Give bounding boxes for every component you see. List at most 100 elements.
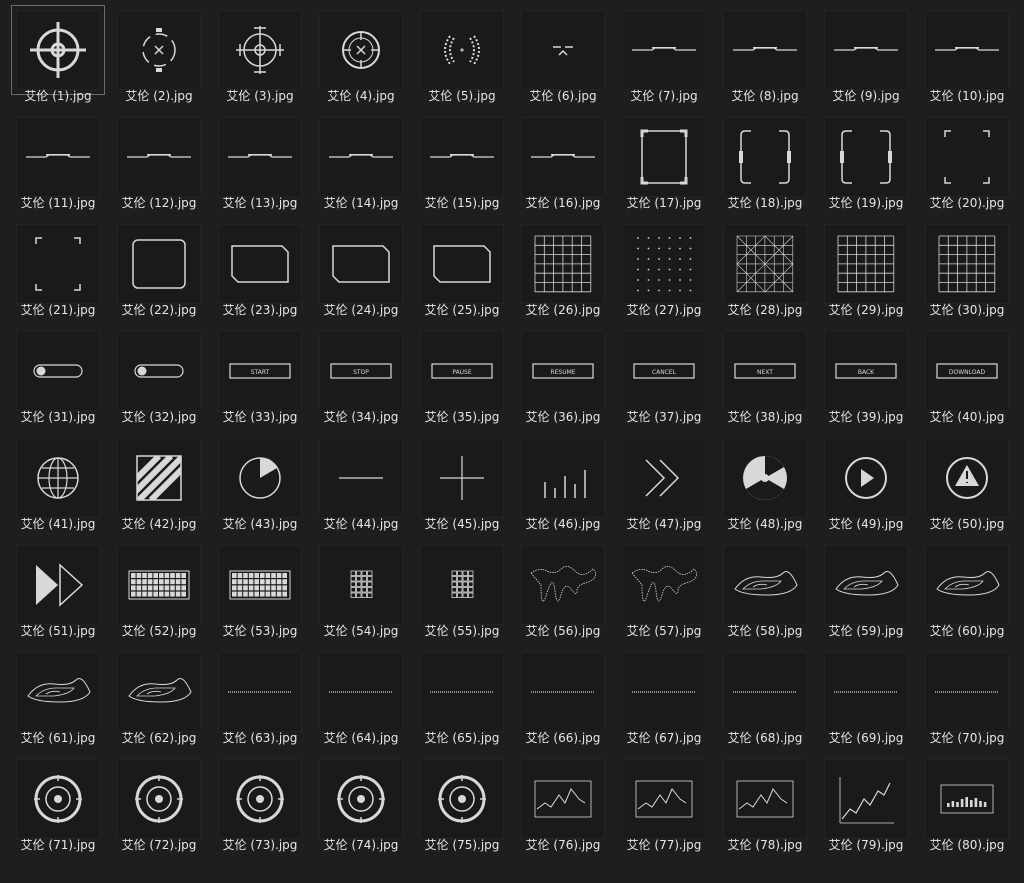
file-item[interactable]: 艾伦 (19).jpg: [814, 109, 915, 216]
file-item[interactable]: 艾伦 (18).jpg: [713, 109, 814, 216]
file-item[interactable]: 艾伦 (43).jpg: [208, 430, 309, 537]
file-item[interactable]: NEXT 艾伦 (38).jpg: [713, 323, 814, 430]
file-thumbnail[interactable]: [723, 652, 807, 732]
file-thumbnail[interactable]: DOWNLOAD: [925, 331, 1009, 411]
file-item[interactable]: 艾伦 (24).jpg: [309, 216, 410, 323]
file-thumbnail[interactable]: [723, 224, 807, 304]
file-thumbnail[interactable]: [521, 438, 605, 518]
file-thumbnail[interactable]: [723, 438, 807, 518]
file-thumbnail[interactable]: [218, 652, 302, 732]
file-item[interactable]: 艾伦 (54).jpg: [309, 537, 410, 644]
file-thumbnail[interactable]: [117, 10, 201, 90]
file-item[interactable]: 艾伦 (49).jpg: [814, 430, 915, 537]
file-thumbnail[interactable]: [319, 224, 403, 304]
file-item[interactable]: 艾伦 (55).jpg: [410, 537, 511, 644]
file-item[interactable]: 艾伦 (29).jpg: [814, 216, 915, 323]
file-item[interactable]: 艾伦 (44).jpg: [309, 430, 410, 537]
file-thumbnail[interactable]: [521, 759, 605, 839]
file-item[interactable]: 艾伦 (28).jpg: [713, 216, 814, 323]
file-thumbnail[interactable]: [925, 224, 1009, 304]
file-thumbnail[interactable]: CANCEL: [622, 331, 706, 411]
file-item[interactable]: 艾伦 (41).jpg: [6, 430, 107, 537]
file-item[interactable]: 艾伦 (26).jpg: [511, 216, 612, 323]
file-item[interactable]: START 艾伦 (33).jpg: [208, 323, 309, 430]
file-thumbnail[interactable]: START: [218, 331, 302, 411]
file-item[interactable]: STOP 艾伦 (34).jpg: [309, 323, 410, 430]
file-item[interactable]: 艾伦 (22).jpg: [107, 216, 208, 323]
file-thumbnail[interactable]: [521, 10, 605, 90]
file-item[interactable]: 艾伦 (42).jpg: [107, 430, 208, 537]
file-thumbnail[interactable]: [117, 438, 201, 518]
file-item[interactable]: 艾伦 (32).jpg: [107, 323, 208, 430]
file-item[interactable]: 艾伦 (78).jpg: [713, 751, 814, 858]
file-item[interactable]: BACK 艾伦 (39).jpg: [814, 323, 915, 430]
file-thumbnail[interactable]: [218, 224, 302, 304]
file-item[interactable]: 艾伦 (80).jpg: [915, 751, 1016, 858]
file-item[interactable]: PAUSE 艾伦 (35).jpg: [410, 323, 511, 430]
file-thumbnail[interactable]: [925, 10, 1009, 90]
file-thumbnail[interactable]: [117, 759, 201, 839]
file-thumbnail[interactable]: [622, 759, 706, 839]
file-item[interactable]: 艾伦 (48).jpg: [713, 430, 814, 537]
file-item[interactable]: 艾伦 (74).jpg: [309, 751, 410, 858]
file-thumbnail[interactable]: [824, 545, 908, 625]
file-item[interactable]: 艾伦 (5).jpg: [410, 2, 511, 109]
file-thumbnail[interactable]: [622, 652, 706, 732]
file-item[interactable]: 艾伦 (8).jpg: [713, 2, 814, 109]
file-thumbnail[interactable]: [824, 759, 908, 839]
file-thumbnail[interactable]: [319, 545, 403, 625]
file-item[interactable]: 艾伦 (76).jpg: [511, 751, 612, 858]
file-item[interactable]: 艾伦 (57).jpg: [612, 537, 713, 644]
file-thumbnail[interactable]: [319, 117, 403, 197]
file-item[interactable]: 艾伦 (7).jpg: [612, 2, 713, 109]
file-thumbnail[interactable]: RESUME: [521, 331, 605, 411]
file-thumbnail[interactable]: [218, 759, 302, 839]
file-thumbnail[interactable]: [723, 117, 807, 197]
file-item[interactable]: 艾伦 (68).jpg: [713, 644, 814, 751]
file-thumbnail[interactable]: [622, 10, 706, 90]
file-thumbnail[interactable]: [218, 438, 302, 518]
file-item[interactable]: CANCEL 艾伦 (37).jpg: [612, 323, 713, 430]
file-item[interactable]: 艾伦 (58).jpg: [713, 537, 814, 644]
file-item[interactable]: 艾伦 (46).jpg: [511, 430, 612, 537]
file-thumbnail[interactable]: [824, 224, 908, 304]
file-thumbnail[interactable]: [16, 438, 100, 518]
file-thumbnail[interactable]: [925, 117, 1009, 197]
file-thumbnail[interactable]: [16, 652, 100, 732]
file-item[interactable]: RESUME 艾伦 (36).jpg: [511, 323, 612, 430]
file-thumbnail[interactable]: [319, 438, 403, 518]
file-thumbnail[interactable]: [218, 545, 302, 625]
file-thumbnail[interactable]: [117, 117, 201, 197]
file-item[interactable]: 艾伦 (66).jpg: [511, 644, 612, 751]
file-item[interactable]: 艾伦 (13).jpg: [208, 109, 309, 216]
file-item[interactable]: 艾伦 (15).jpg: [410, 109, 511, 216]
file-thumbnail[interactable]: [16, 545, 100, 625]
file-thumbnail[interactable]: [117, 331, 201, 411]
file-item[interactable]: 艾伦 (67).jpg: [612, 644, 713, 751]
file-item[interactable]: 艾伦 (17).jpg: [612, 109, 713, 216]
file-item[interactable]: 艾伦 (2).jpg: [107, 2, 208, 109]
file-thumbnail[interactable]: [925, 545, 1009, 625]
file-thumbnail[interactable]: [420, 545, 504, 625]
file-thumbnail[interactable]: [622, 224, 706, 304]
file-thumbnail[interactable]: BACK: [824, 331, 908, 411]
file-item[interactable]: 艾伦 (11).jpg: [6, 109, 107, 216]
file-thumbnail[interactable]: [925, 438, 1009, 518]
file-item[interactable]: 艾伦 (12).jpg: [107, 109, 208, 216]
file-thumbnail[interactable]: [824, 438, 908, 518]
file-item[interactable]: 艾伦 (14).jpg: [309, 109, 410, 216]
file-thumbnail[interactable]: [218, 117, 302, 197]
file-item[interactable]: 艾伦 (9).jpg: [814, 2, 915, 109]
file-thumbnail[interactable]: STOP: [319, 331, 403, 411]
file-item[interactable]: 艾伦 (64).jpg: [309, 644, 410, 751]
file-item[interactable]: 艾伦 (53).jpg: [208, 537, 309, 644]
file-thumbnail[interactable]: [622, 545, 706, 625]
file-item[interactable]: 艾伦 (20).jpg: [915, 109, 1016, 216]
file-item[interactable]: 艾伦 (62).jpg: [107, 644, 208, 751]
file-item[interactable]: 艾伦 (73).jpg: [208, 751, 309, 858]
file-thumbnail[interactable]: [824, 117, 908, 197]
file-thumbnail[interactable]: [925, 652, 1009, 732]
file-thumbnail[interactable]: NEXT: [723, 331, 807, 411]
file-item[interactable]: 艾伦 (56).jpg: [511, 537, 612, 644]
file-thumbnail[interactable]: [723, 10, 807, 90]
